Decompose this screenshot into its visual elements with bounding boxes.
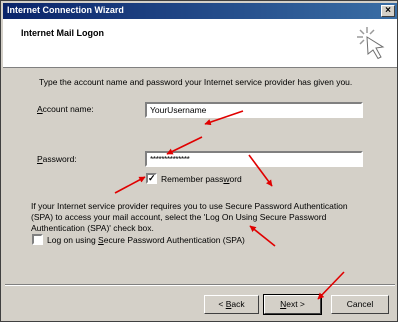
footer-divider [5,284,395,286]
spa-checkbox[interactable] [32,234,43,245]
intro-text: Type the account name and password your … [39,77,353,87]
account-name-input[interactable]: YourUsername [145,102,363,118]
wizard-window: Internet Connection Wizard × Internet Ma… [0,0,398,322]
spa-description: If your Internet service provider requir… [31,201,348,233]
account-name-label: Account name: [37,104,94,114]
back-button[interactable]: < Back [204,295,259,314]
wizard-header: Internet Mail Logon [3,19,397,68]
cancel-button[interactable]: Cancel [331,295,389,314]
wizard-wand-icon [357,27,385,60]
window-title: Internet Connection Wizard [7,5,124,15]
password-input[interactable]: ************** [145,151,363,167]
close-button[interactable]: × [381,5,395,17]
remember-password-label[interactable]: Remember password [161,174,242,184]
password-label: Password: [37,154,77,164]
page-title: Internet Mail Logon [21,28,104,38]
remember-password-checkbox[interactable]: ✓ [146,173,157,184]
title-bar[interactable]: Internet Connection Wizard × [3,3,397,19]
spa-checkbox-label[interactable]: Log on using Secure Password Authenticat… [47,235,245,245]
next-button[interactable]: Next > [263,294,322,315]
